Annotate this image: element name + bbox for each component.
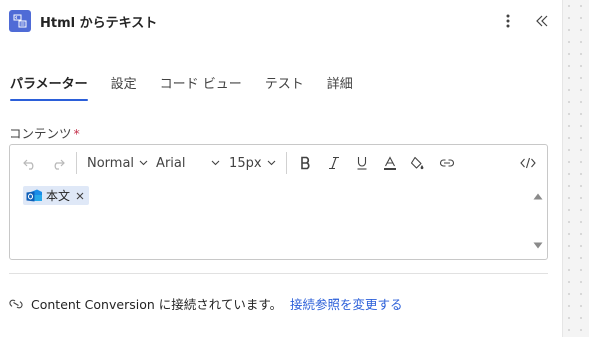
- font-dropdown[interactable]: Arial: [156, 151, 220, 175]
- tab-code-view[interactable]: コード ビュー: [160, 70, 242, 101]
- font-color-icon[interactable]: [381, 151, 399, 175]
- redo-icon[interactable]: [49, 151, 67, 175]
- font-size-dropdown[interactable]: 15px: [229, 151, 276, 175]
- toolbar-separator: [76, 152, 77, 174]
- tab-parameters[interactable]: パラメーター: [10, 70, 88, 101]
- scroll-down-arrow[interactable]: [533, 234, 543, 253]
- font-value: Arial: [156, 155, 186, 171]
- section-divider: [9, 273, 548, 274]
- format-dropdown[interactable]: Normal: [87, 151, 148, 175]
- scroll-up-arrow[interactable]: [533, 185, 543, 204]
- outlook-icon: [26, 189, 42, 201]
- close-icon[interactable]: [76, 192, 84, 200]
- bold-icon[interactable]: [297, 151, 315, 175]
- tab-settings[interactable]: 設定: [111, 70, 137, 101]
- change-connection-link[interactable]: 接続参照を変更する: [290, 294, 403, 313]
- undo-icon[interactable]: [21, 151, 39, 175]
- toolbar-separator: [285, 152, 287, 174]
- dynamic-content-token[interactable]: 本文: [23, 186, 90, 205]
- italic-icon[interactable]: [325, 151, 343, 175]
- designer-canvas: [562, 0, 589, 337]
- highlight-icon[interactable]: [409, 151, 427, 175]
- details-panel: Html からテキスト パラメーター 設定 コード ビュー テスト 詳細 コンテ…: [0, 0, 562, 337]
- panel-header: Html からテキスト: [9, 9, 552, 33]
- editor-toolbar: Normal Arial 15px: [10, 145, 547, 181]
- connection-status: Content Conversion に接続されています。: [9, 294, 282, 313]
- underline-icon[interactable]: [353, 151, 371, 175]
- tab-test[interactable]: テスト: [265, 70, 304, 101]
- chevron-down-icon: [267, 160, 276, 166]
- required-mark: *: [73, 126, 80, 141]
- more-vertical-icon[interactable]: [498, 11, 518, 31]
- connection-link-icon: [9, 299, 23, 308]
- collapse-left-icon[interactable]: [532, 11, 552, 31]
- link-icon[interactable]: [437, 151, 457, 175]
- tab-bar: パラメーター 設定 コード ビュー テスト 詳細: [10, 70, 376, 101]
- content-label-text: コンテンツ: [9, 126, 72, 141]
- tab-details[interactable]: 詳細: [327, 70, 353, 101]
- html-to-text-icon: [9, 10, 31, 32]
- format-value: Normal: [87, 155, 135, 171]
- connection-text: Content Conversion に接続されています。: [31, 297, 283, 312]
- font-size-value: 15px: [229, 155, 262, 171]
- chevron-down-icon: [211, 160, 220, 166]
- chevron-down-icon: [139, 160, 148, 166]
- content-field-label: コンテンツ *: [9, 123, 80, 142]
- code-view-icon[interactable]: [518, 151, 538, 175]
- panel-title: Html からテキスト: [40, 15, 158, 31]
- content-editor[interactable]: Normal Arial 15px 本文: [9, 144, 548, 260]
- token-label: 本文: [46, 189, 71, 203]
